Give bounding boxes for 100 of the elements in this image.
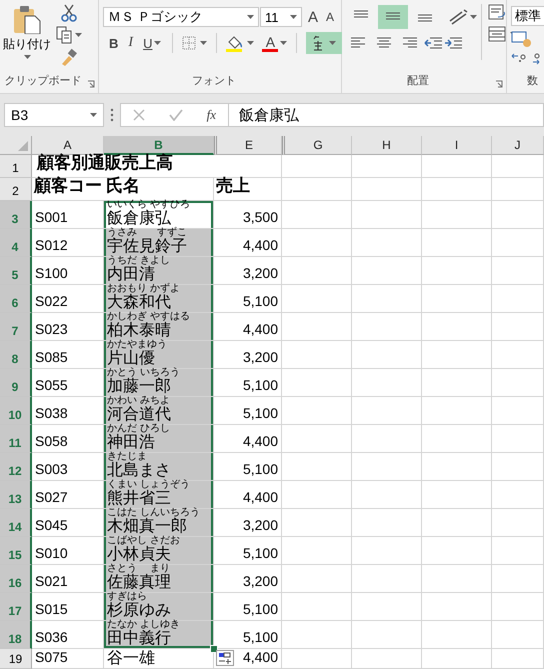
- furigana-text: かたやまゆう: [107, 340, 167, 350]
- decrease-indent-icon[interactable]: [424, 37, 442, 49]
- name-cell: 佐藤真理: [107, 574, 171, 591]
- shrink-font-button[interactable]: A: [324, 6, 336, 28]
- empty-cell: [352, 565, 422, 593]
- dialog-launcher-icon[interactable]: [495, 80, 503, 88]
- empty-cell: [492, 509, 544, 537]
- name-cell: 飯倉康弘: [107, 210, 171, 227]
- more-options-icon[interactable]: [110, 108, 114, 122]
- font-color-button[interactable]: A: [260, 32, 280, 54]
- furigana-text: かわい みちよ: [107, 396, 170, 406]
- font-size-dropdown[interactable]: 11: [260, 7, 302, 27]
- empty-cell: [422, 155, 492, 178]
- empty-cell: [352, 341, 422, 369]
- column-header[interactable]: H: [352, 136, 422, 155]
- sheet-title: 顧客別通販売上高: [36, 152, 173, 174]
- dialog-launcher-icon[interactable]: [87, 80, 95, 88]
- row-header[interactable]: 19: [0, 649, 32, 669]
- table-cell: 5,100: [242, 461, 278, 477]
- merge-cells-icon[interactable]: [488, 26, 506, 42]
- caret-icon[interactable]: [75, 33, 82, 37]
- empty-cell: [352, 201, 422, 229]
- empty-cell: [422, 537, 492, 565]
- caret-icon[interactable]: [329, 41, 336, 45]
- group-label: フォント: [191, 74, 237, 89]
- empty-cell: [492, 593, 544, 621]
- font-name-dropdown[interactable]: ＭＳ Ｐゴシック: [103, 7, 259, 27]
- phonetic-icon: [312, 35, 324, 51]
- caret-icon[interactable]: [247, 41, 254, 45]
- wrap-text-icon[interactable]: [488, 4, 506, 20]
- empty-cell: [352, 369, 422, 397]
- empty-cell: [492, 537, 544, 565]
- name-cell: 河合道代: [107, 406, 171, 423]
- fill-handle[interactable]: [210, 645, 218, 653]
- borders-icon[interactable]: [182, 36, 196, 50]
- empty-cell: [422, 369, 492, 397]
- caret-icon[interactable]: [280, 41, 288, 45]
- empty-cell: [422, 201, 492, 229]
- caret-icon[interactable]: [90, 113, 97, 117]
- grow-font-button[interactable]: A: [306, 6, 320, 28]
- caret-icon[interactable]: [247, 15, 254, 19]
- bold-button[interactable]: B: [107, 32, 120, 54]
- empty-cell: [422, 285, 492, 313]
- row-header[interactable]: 1: [0, 155, 32, 178]
- table-cell: 4,400: [242, 489, 278, 505]
- number-format-dropdown[interactable]: 標準: [511, 6, 544, 26]
- column-header[interactable]: E: [214, 136, 282, 155]
- paste-button[interactable]: 貼り付け: [4, 4, 50, 70]
- caret-icon[interactable]: [154, 41, 162, 45]
- table-cell: 5,100: [242, 629, 278, 645]
- column-heading: 売上: [216, 175, 250, 197]
- increase-indent-icon[interactable]: [444, 37, 462, 49]
- italic-button[interactable]: I: [126, 32, 136, 54]
- align-icon: [377, 37, 391, 49]
- table-cell: 3,200: [242, 517, 278, 533]
- column-header[interactable]: G: [282, 136, 352, 155]
- furigana-text: おおもり かずよ: [107, 284, 180, 294]
- furigana-text: きたじま: [107, 452, 147, 462]
- name-cell: 小林貞夫: [107, 546, 171, 563]
- empty-cell: [492, 621, 544, 649]
- table-cell: 3,200: [242, 265, 278, 281]
- furigana-text: さとう まり: [107, 564, 170, 574]
- caret-icon[interactable]: [290, 15, 297, 19]
- underline-button[interactable]: U: [141, 32, 164, 54]
- fill-color-icon[interactable]: [226, 34, 244, 52]
- phonetic-guide-button[interactable]: [306, 32, 342, 54]
- name-cell: 内田清: [107, 266, 155, 283]
- caret-icon[interactable]: [24, 55, 30, 59]
- formula-field[interactable]: 飯倉康弘: [228, 103, 544, 127]
- name-cell: 北島まさ: [107, 462, 171, 479]
- brush-icon[interactable]: [60, 48, 78, 66]
- scissors-icon[interactable]: [60, 4, 78, 22]
- empty-cell: [422, 453, 492, 481]
- empty-cell: [492, 565, 544, 593]
- furigana-text: すぎはら: [107, 592, 147, 602]
- furigana-text: かとう いちろう: [107, 368, 180, 378]
- empty-cell: [352, 621, 422, 649]
- table-cell: 5,100: [242, 601, 278, 617]
- caret-icon[interactable]: [470, 15, 477, 19]
- empty-cell: [352, 178, 422, 201]
- vertical-align-button[interactable]: [378, 5, 408, 29]
- insert-function-button[interactable]: fx: [206, 107, 216, 123]
- name-box[interactable]: B3: [4, 103, 104, 127]
- furigana-text: くまい しょうぞう: [107, 480, 190, 490]
- name-cell: 宇佐見鈴子: [107, 238, 187, 255]
- orientation-icon[interactable]: [448, 9, 468, 25]
- empty-cell: [352, 593, 422, 621]
- furigana-text: かんだ ひろし: [107, 424, 170, 434]
- align-icon: [386, 12, 400, 20]
- name-cell: 田中義行: [107, 630, 171, 647]
- column-header[interactable]: J: [492, 136, 544, 155]
- furigana-text: こはた しんいちろう: [107, 508, 200, 518]
- paste-options-icon[interactable]: [216, 650, 234, 666]
- align-icon: [354, 10, 368, 18]
- column-header[interactable]: I: [422, 136, 492, 155]
- row-header[interactable]: 2: [0, 178, 32, 201]
- copy-icon[interactable]: [56, 26, 72, 44]
- column-heading: 氏名: [106, 175, 140, 197]
- caret-icon[interactable]: [200, 41, 208, 45]
- empty-cell: [422, 593, 492, 621]
